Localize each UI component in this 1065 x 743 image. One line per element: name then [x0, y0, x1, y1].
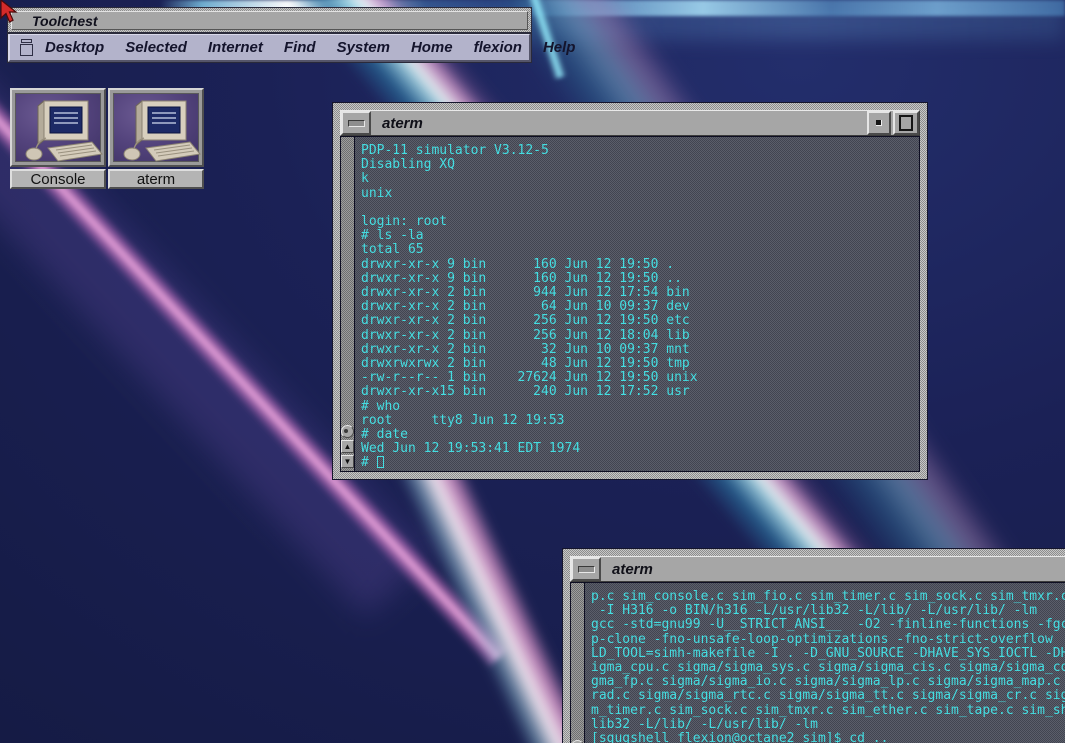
terminal-line: # date [361, 428, 916, 442]
terminal-screen[interactable]: p.c sim_console.c sim_fio.c sim_timer.c … [585, 583, 1065, 743]
terminal-line: root tty8 Jun 12 19:53 [361, 414, 916, 428]
scrollbar-buttons [341, 425, 354, 468]
toolchest-menu-item[interactable]: Selected [125, 39, 187, 56]
terminal-prompt-line: # [361, 456, 916, 470]
toolchest-menu-item[interactable]: Desktop [45, 39, 104, 56]
terminal-line: -rw-r--r-- 1 bin 27624 Jun 12 19:50 unix [361, 371, 916, 385]
terminal-line: LD_TOOL=simh-makefile -I . -D_GNU_SOURCE… [591, 647, 1065, 661]
toolchest-menu-item[interactable]: Internet [208, 39, 263, 56]
terminal-line: drwxr-xr-x 2 bin 64 Jun 10 09:37 dev [361, 300, 916, 314]
minimize-icon [876, 120, 882, 126]
window-frame[interactable]: aterm p.c sim_console.c sim_fio.c sim_ti… [563, 549, 1065, 743]
terminal-line: drwxr-xr-x15 bin 240 Jun 12 17:52 usr [361, 385, 916, 399]
scrollbar[interactable] [341, 137, 355, 471]
scrollbar-knob-icon[interactable] [341, 425, 354, 438]
toolchest-menu-item[interactable]: System [337, 39, 390, 56]
computer-icon [114, 94, 204, 167]
scroll-down-icon[interactable] [341, 455, 354, 468]
terminal-line [361, 201, 916, 215]
terminal-line: Disabling XQ [361, 158, 916, 172]
terminal-line: PDP-11 simulator V3.12-5 [361, 144, 916, 158]
window-menu-button[interactable] [341, 111, 371, 135]
terminal-line: rad.c sigma/sigma_rtc.c sigma/sigma_tt.c… [591, 689, 1065, 703]
aterm-window-2: aterm p.c sim_console.c sim_fio.c sim_ti… [563, 549, 1065, 743]
terminal-line: Wed Jun 12 19:53:41 EDT 1974 [361, 442, 916, 456]
maximize-button[interactable] [893, 111, 919, 135]
terminal-line: gcc -std=gnu99 -U__STRICT_ANSI__ -O2 -fi… [591, 618, 1065, 632]
window-title: aterm [382, 115, 867, 132]
window-menu-icon [578, 566, 595, 573]
terminal-line: m_timer.c sim_sock.c sim_tmxr.c sim_ethe… [591, 704, 1065, 718]
desktop-icon-row: Console aterm [10, 88, 204, 189]
terminal-line: drwxr-xr-x 9 bin 160 Jun 12 19:50 . [361, 258, 916, 272]
scroll-up-icon[interactable] [341, 440, 354, 453]
terminal-line: drwxr-xr-x 9 bin 160 Jun 12 19:50 .. [361, 272, 916, 286]
terminal-line: gma_fp.c sigma/sigma_io.c sigma/sigma_lp… [591, 675, 1065, 689]
toolchest-menu-item[interactable]: flexion [474, 39, 522, 56]
terminal-line: p.c sim_console.c sim_fio.c sim_timer.c … [591, 590, 1065, 604]
window-titlebar[interactable]: aterm [570, 556, 1065, 582]
minimize-button[interactable] [867, 111, 891, 135]
aterm-window-1: aterm PDP-11 simulator V3.12-5Disabling … [333, 103, 927, 479]
window-titlebar[interactable]: aterm [340, 110, 920, 136]
terminal-line: unix [361, 187, 916, 201]
terminal-screen[interactable]: PDP-11 simulator V3.12-5Disabling XQkuni… [355, 137, 919, 471]
terminal-line: total 65 [361, 243, 916, 257]
terminal-line: igma_cpu.c sigma/sigma_sys.c sigma/sigma… [591, 661, 1065, 675]
terminal-line: [sgugshell flexion@octane2 sim]$ cd .. [591, 732, 1065, 743]
desktop-icon-label: aterm [108, 169, 204, 189]
terminal-client: p.c sim_console.c sim_fio.c sim_timer.c … [570, 582, 1065, 743]
desktop-icon-label: Console [10, 169, 106, 189]
computer-icon [16, 94, 106, 167]
terminal-line: drwxr-xr-x 2 bin 256 Jun 12 18:04 lib [361, 329, 916, 343]
toolchest-menu-item[interactable]: Help [543, 39, 576, 56]
toolchest-menu-item[interactable]: Home [411, 39, 453, 56]
terminal-line: drwxr-xr-x 2 bin 944 Jun 12 17:54 bin [361, 286, 916, 300]
toolchest-menu-item[interactable]: Find [284, 39, 316, 56]
terminal-line: drwxrwxrwx 2 bin 48 Jun 12 19:50 tmp [361, 357, 916, 371]
terminal-line: p-clone -fno-unsafe-loop-optimizations -… [591, 633, 1065, 647]
toolchest-menubar: Desktop Selected Internet Find System Home fle… [8, 33, 531, 62]
terminal-line: -I H316 -o BIN/h316 -L/usr/lib32 -L/lib/… [591, 604, 1065, 618]
terminal-line: login: root [361, 215, 916, 229]
window-menu-icon [348, 120, 365, 127]
maximize-icon [899, 115, 913, 131]
toolchest-title: Toolchest [12, 13, 98, 29]
window-menu-button[interactable] [571, 557, 601, 581]
toolchest-window: Toolchest Desktop Selected Internet Find Sys… [8, 8, 531, 62]
desktop-icon-aterm[interactable]: aterm [108, 88, 204, 189]
terminal-client: PDP-11 simulator V3.12-5Disabling XQkuni… [340, 136, 920, 472]
terminal-line: lib32 -L/lib/ -L/usr/lib/ -lm [591, 718, 1065, 732]
scrollbar[interactable] [571, 583, 585, 743]
toolchest-titlebar[interactable]: Toolchest [8, 8, 531, 33]
desktop-icon-console[interactable]: Console [10, 88, 106, 189]
mouse-pointer-icon [0, 0, 20, 26]
terminal-line: k [361, 172, 916, 186]
terminal-line: drwxr-xr-x 2 bin 32 Jun 10 09:37 mnt [361, 343, 916, 357]
window-title: aterm [612, 561, 1065, 578]
terminal-line: # ls -la [361, 229, 916, 243]
terminal-line: # who [361, 400, 916, 414]
window-frame[interactable]: aterm PDP-11 simulator V3.12-5Disabling … [333, 103, 927, 479]
text-cursor [377, 456, 384, 468]
terminal-line: drwxr-xr-x 2 bin 256 Jun 12 19:50 etc [361, 314, 916, 328]
